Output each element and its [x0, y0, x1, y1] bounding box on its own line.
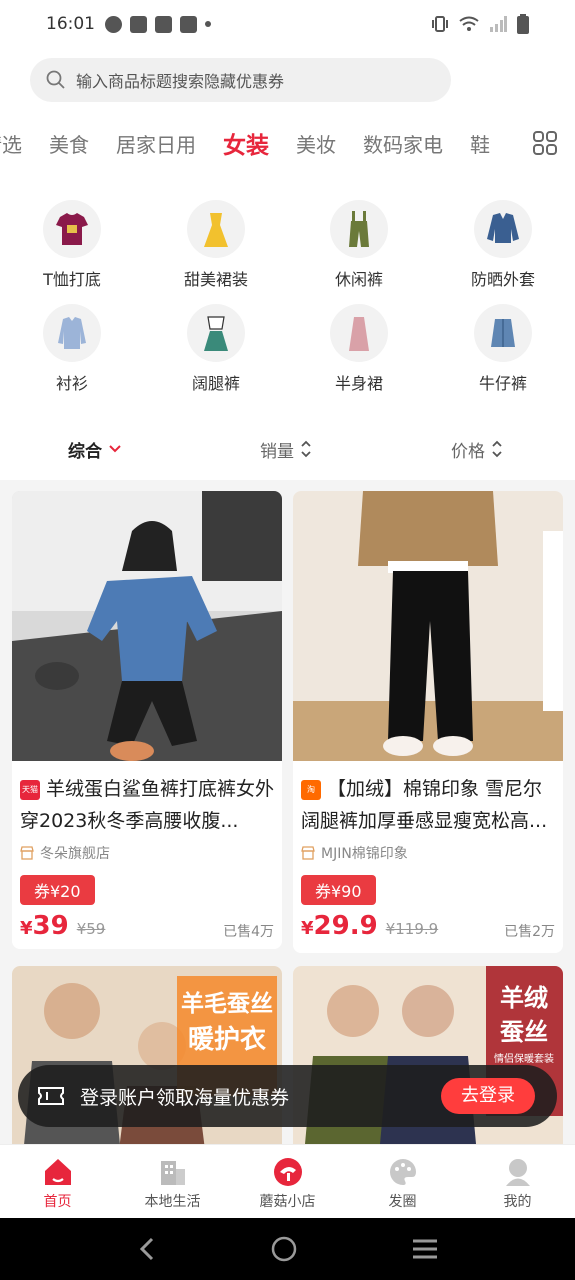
recents-icon[interactable]: [411, 1238, 439, 1260]
subcategory-skirt[interactable]: 半身裙: [299, 304, 419, 394]
shop-icon: [273, 1158, 302, 1186]
sort-comprehensive[interactable]: 综合: [68, 437, 122, 462]
back-icon[interactable]: [137, 1236, 157, 1262]
tshirt-icon: [56, 213, 88, 245]
login-banner-text: 登录账户领取海量优惠券: [80, 1086, 290, 1109]
palette-icon: [389, 1159, 416, 1185]
denim-skirt-icon: [491, 319, 515, 347]
status-time: 16:01: [46, 14, 95, 34]
subcategory-shirt[interactable]: 衬衫: [12, 304, 132, 394]
svg-text:羊毛蚕丝: 羊毛蚕丝: [181, 990, 273, 1017]
coupon-badge[interactable]: 券¥20: [20, 875, 95, 905]
product-card[interactable]: 天猫 羊绒蛋白鲨鱼裤打底裤女外穿2023秋冬季高腰收腹... 冬朵旗舰店 券¥20…: [12, 491, 282, 949]
tab-beauty[interactable]: 美妆: [296, 129, 336, 158]
bag-notification-icon: [180, 15, 197, 33]
tab-home[interactable]: 居家日用: [116, 129, 196, 158]
notification-icon: [105, 15, 122, 33]
shop-name[interactable]: 冬朵旗舰店: [20, 843, 274, 863]
shop-name[interactable]: MJIN棉锦印象: [301, 843, 555, 863]
tab-local-life[interactable]: 本地生活: [115, 1145, 230, 1218]
subcategory-jacket[interactable]: 防晒外套: [443, 200, 563, 290]
dress-icon: [204, 213, 228, 247]
taobao-badge-icon: 淘: [301, 779, 321, 800]
jacket-icon: [487, 213, 519, 243]
search-input[interactable]: 输入商品标题搜索隐藏优惠券: [30, 58, 451, 102]
store-icon: [20, 846, 34, 860]
shirt-icon: [58, 317, 86, 349]
sold-count: 已售4万: [223, 924, 274, 940]
tab-food[interactable]: 美食: [49, 129, 89, 158]
bag-notification-icon: [130, 15, 147, 33]
store-icon: [301, 846, 315, 860]
system-navbar: [0, 1218, 575, 1280]
vibrate-icon: [432, 16, 448, 32]
search-icon: [46, 70, 65, 89]
tmall-badge-icon: 天猫: [20, 779, 40, 800]
tab-featured[interactable]: 精选: [0, 129, 22, 158]
price: 39: [32, 911, 69, 941]
svg-text:情侣保暖套装: 情侣保暖套装: [494, 1052, 554, 1065]
product-title[interactable]: 淘【加绒】棉锦印象 雪尼尔阔腿裤加厚垂感显瘦宽松高...: [301, 773, 555, 837]
wifi-icon: [459, 16, 479, 31]
signal-icon: [490, 16, 507, 32]
home-button-icon[interactable]: [270, 1235, 298, 1263]
overalls-icon: [349, 211, 369, 247]
header: 输入商品标题搜索隐藏优惠券 精选 美食 居家日用 女装 美妆 数码家电 鞋 T恤…: [0, 48, 575, 480]
category-tabs: 精选 美食 居家日用 女装 美妆 数码家电 鞋: [0, 122, 575, 164]
more-notifications-icon: [205, 21, 211, 27]
price: 29.9: [313, 911, 378, 941]
subcategory-tshirt[interactable]: T恤打底: [12, 200, 132, 290]
svg-text:暖护衣: 暖护衣: [188, 1024, 266, 1055]
grid-icon: [533, 131, 557, 155]
all-categories-button[interactable]: [515, 122, 575, 164]
product-title[interactable]: 天猫 羊绒蛋白鲨鱼裤打底裤女外穿2023秋冬季高腰收腹...: [20, 773, 274, 837]
wide-pants-icon: [204, 316, 228, 351]
bottom-tabbar: 首页 本地生活 蘑菇小店 发圈 我的: [0, 1144, 575, 1218]
product-card[interactable]: 淘【加绒】棉锦印象 雪尼尔阔腿裤加厚垂感显瘦宽松高... MJIN棉锦印象 券¥…: [293, 491, 563, 953]
price-row: ¥ 29.9 ¥119.9 已售2万: [301, 911, 555, 941]
sort-price[interactable]: 价格: [451, 437, 503, 462]
home-icon: [44, 1159, 71, 1185]
svg-text:羊绒: 羊绒: [500, 984, 548, 1012]
sort-sales[interactable]: 销量: [260, 437, 312, 462]
tab-home[interactable]: 首页: [0, 1145, 115, 1218]
profile-icon: [505, 1159, 530, 1186]
tab-moments[interactable]: 发圈: [345, 1145, 460, 1218]
product-image[interactable]: [293, 491, 563, 761]
skirt-icon: [349, 317, 369, 351]
tab-mushroom-shop[interactable]: 蘑菇小店: [230, 1145, 345, 1218]
sold-count: 已售2万: [504, 924, 555, 940]
tab-profile[interactable]: 我的: [460, 1145, 575, 1218]
sort-arrows-icon: [301, 440, 311, 458]
subcategory-wide-pants[interactable]: 阔腿裤: [156, 304, 276, 394]
battery-icon: [517, 14, 529, 34]
building-icon: [160, 1161, 185, 1185]
subcategory-dress[interactable]: 甜美裙装: [156, 200, 276, 290]
tab-digital[interactable]: 数码家电: [363, 129, 443, 158]
login-banner[interactable]: 登录账户领取海量优惠券 去登录: [18, 1065, 557, 1127]
tab-shoes[interactable]: 鞋: [470, 129, 490, 158]
original-price: ¥119.9: [385, 920, 439, 938]
product-image[interactable]: [12, 491, 282, 761]
search-placeholder: 输入商品标题搜索隐藏优惠券: [76, 72, 285, 91]
login-button[interactable]: 去登录: [441, 1078, 535, 1114]
sort-arrows-icon: [492, 440, 502, 458]
original-price: ¥59: [76, 920, 106, 938]
bag-notification-icon: [155, 15, 172, 33]
subcategory-casual-pants[interactable]: 休闲裤: [299, 200, 419, 290]
ticket-icon: [38, 1087, 64, 1105]
svg-text:蚕丝: 蚕丝: [499, 1018, 548, 1046]
price-row: ¥ 39 ¥59 已售4万: [20, 911, 274, 941]
sort-bar: 综合 销量 价格: [0, 428, 575, 470]
chevron-down-icon: [109, 445, 121, 453]
subcategory-denim[interactable]: 牛仔裤: [443, 304, 563, 394]
status-bar: 16:01: [0, 0, 575, 48]
coupon-badge[interactable]: 券¥90: [301, 875, 376, 905]
tab-womens-clothing[interactable]: 女装: [223, 126, 269, 160]
